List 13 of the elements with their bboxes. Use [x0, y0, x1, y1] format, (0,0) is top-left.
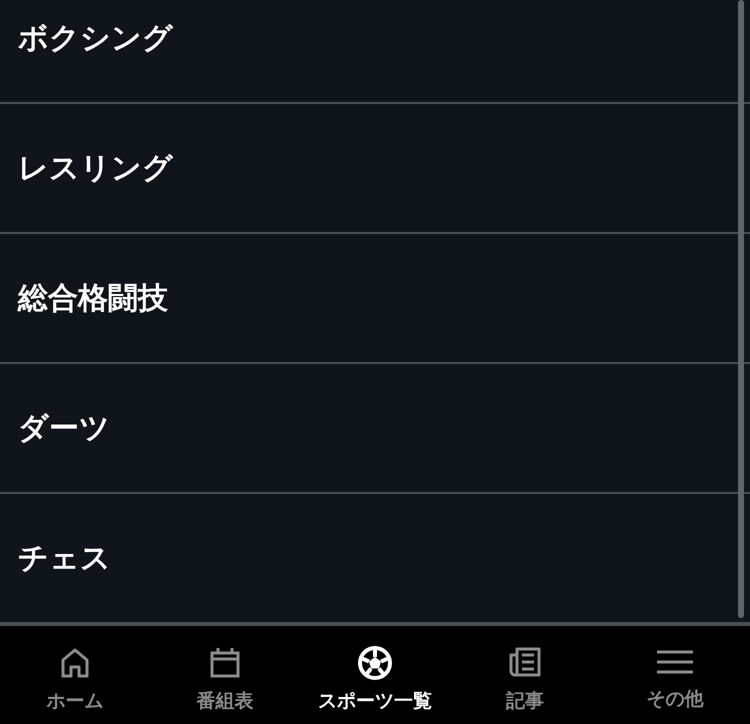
- scrollbar[interactable]: [738, 0, 744, 618]
- nav-tab[interactable]: スポーツ一覧: [300, 626, 450, 724]
- nav-tab[interactable]: 記事: [450, 626, 600, 724]
- soccer-ball-icon: [358, 646, 392, 680]
- nav-tab[interactable]: ホーム: [0, 626, 150, 724]
- sport-item[interactable]: レスリング: [18, 148, 173, 188]
- sport-item[interactable]: ダーツ: [18, 408, 110, 448]
- calendar-icon: [208, 646, 242, 680]
- sport-item[interactable]: 総合格闘技: [18, 278, 168, 318]
- nav-tab[interactable]: 番組表: [150, 626, 300, 724]
- sport-item[interactable]: チェス: [18, 538, 111, 578]
- nav-tab[interactable]: その他: [600, 626, 750, 724]
- sport-item[interactable]: ボクシング: [18, 18, 173, 58]
